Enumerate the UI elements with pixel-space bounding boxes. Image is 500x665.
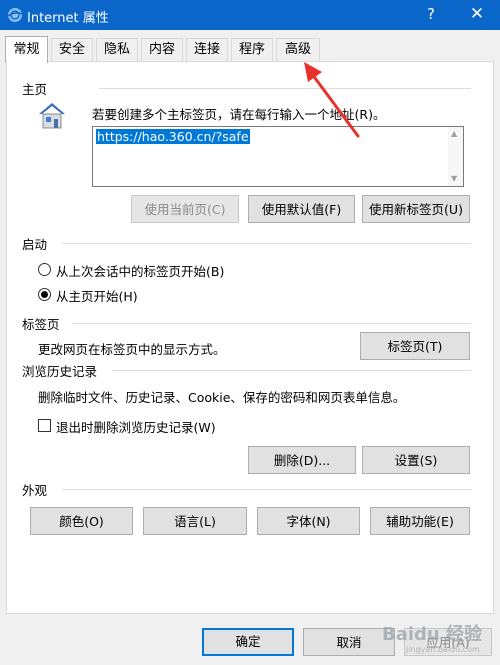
home-page-address-input[interactable]: https://hao.360.cn/?safe ▲ ▼ (92, 126, 464, 187)
appearance-section-title: 外观 (22, 483, 48, 498)
scroll-down-icon[interactable]: ▼ (451, 174, 457, 183)
annotation-arrow-icon (304, 62, 360, 138)
general-panel: 主页 若要创建多个主标签页，请在每行输入一个地址(R)。 https://hao… (6, 61, 494, 614)
colors-button[interactable]: 颜色(O) (30, 507, 133, 535)
history-settings-button[interactable]: 设置(S) (362, 446, 470, 474)
internet-explorer-icon (7, 8, 23, 22)
startup-divider (62, 243, 471, 244)
startup-section-title: 启动 (22, 237, 48, 252)
tab-programs[interactable]: 程序 (231, 38, 273, 61)
history-divider (112, 370, 471, 371)
tab-general[interactable]: 常规 (5, 36, 48, 63)
tabs-settings-button[interactable]: 标签页(T) (360, 332, 470, 360)
home-icon (39, 103, 65, 129)
home-section-title: 主页 (22, 82, 48, 97)
tab-privacy[interactable]: 隐私 (96, 38, 138, 61)
accessibility-button[interactable]: 辅助功能(E) (370, 507, 470, 535)
radio-last-session[interactable] (38, 263, 51, 276)
tabs-description: 更改网页在标签页中的显示方式。 (38, 342, 226, 357)
delete-on-exit-checkbox[interactable] (38, 419, 51, 432)
fonts-button[interactable]: 字体(N) (257, 507, 360, 535)
radio-home-page-label[interactable]: 从主页开始(H) (56, 286, 138, 305)
ok-button[interactable]: 确定 (202, 628, 294, 656)
tab-security[interactable]: 安全 (51, 38, 93, 61)
tabs-divider (72, 323, 471, 324)
use-current-button[interactable]: 使用当前页(C) (131, 195, 239, 223)
tab-connections[interactable]: 连接 (186, 38, 228, 61)
home-page-url-value: https://hao.360.cn/?safe (96, 129, 250, 144)
radio-last-session-label[interactable]: 从上次会话中的标签页开始(B) (56, 261, 224, 280)
help-button[interactable]: ? (418, 0, 444, 30)
history-section-title: 浏览历史记录 (22, 364, 98, 379)
baidu-watermark: Baidu 经验 (382, 624, 483, 645)
baidu-watermark-url: jingyan.baidu.com (406, 645, 480, 654)
scroll-up-icon[interactable]: ▲ (451, 129, 457, 138)
appearance-divider (62, 489, 471, 490)
delete-history-button[interactable]: 删除(D)... (248, 446, 356, 474)
home-divider (99, 88, 471, 89)
use-new-tab-button[interactable]: 使用新标签页(U) (362, 195, 470, 223)
title-bar: Internet 属性 ? ✕ (0, 0, 500, 30)
languages-button[interactable]: 语言(L) (143, 507, 247, 535)
address-scrollbar[interactable]: ▲ ▼ (448, 127, 463, 186)
close-button[interactable]: ✕ (454, 0, 500, 30)
tabs-section-title: 标签页 (22, 317, 60, 332)
delete-on-exit-label[interactable]: 退出时删除浏览历史记录(W) (56, 417, 216, 436)
tab-content[interactable]: 内容 (141, 38, 183, 61)
history-description: 删除临时文件、历史记录、Cookie、保存的密码和网页表单信息。 (38, 390, 406, 405)
radio-home-page[interactable] (38, 288, 51, 301)
use-default-button[interactable]: 使用默认值(F) (248, 195, 355, 223)
window-title: Internet 属性 (27, 11, 109, 26)
